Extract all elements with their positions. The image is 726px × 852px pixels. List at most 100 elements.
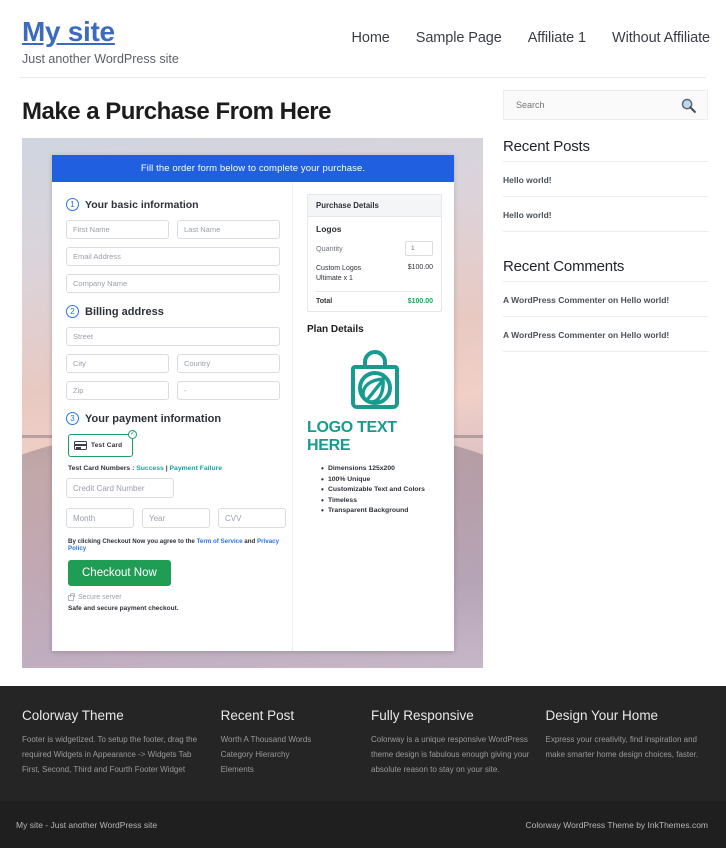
footer-column-text: Colorway is a unique responsive WordPres… <box>371 735 530 774</box>
step-3-label: Your payment information <box>85 412 222 425</box>
nav-item-home[interactable]: Home <box>351 30 389 46</box>
plan-features-list: Dimensions 125x200 100% Unique Customiza… <box>321 464 442 515</box>
site-header: My site Just another WordPress site Home… <box>0 0 726 77</box>
footer-column-text: Express your creativity, find inspiratio… <box>545 735 699 759</box>
plan-feature-item: Dimensions 125x200 <box>321 464 442 473</box>
line-item-row: Custom Logos Ultimate x 1 $100.00 <box>316 264 433 284</box>
main-content: Make a Purchase From Here Fill the order… <box>22 78 485 668</box>
zip-field[interactable]: Zip <box>66 381 169 400</box>
expiry-month-select[interactable]: Month <box>66 508 134 528</box>
step-1-label: Your basic information <box>85 198 199 211</box>
primary-navigation: Home Sample Page Affiliate 1 Without Aff… <box>351 30 710 46</box>
footer-column-recent-post: Recent Post Worth A Thousand Words Categ… <box>221 708 357 777</box>
company-name-field[interactable]: Company Name <box>66 274 280 293</box>
test-card-success-link[interactable]: Success <box>136 465 164 472</box>
footer-column-title: Recent Post <box>220 708 295 723</box>
sidebar: Recent Posts Hello world! Hello world! R… <box>503 78 708 668</box>
recent-comment-link[interactable]: A WordPress Commenter on Hello world! <box>503 330 669 340</box>
summary-divider <box>316 291 433 293</box>
plan-details-title: Plan Details <box>307 324 364 336</box>
test-card-tab-label: Test Card <box>91 442 123 449</box>
check-circle-icon: ✓ <box>128 430 137 439</box>
step-2-header: 2 Billing address <box>66 305 280 318</box>
recent-comment-link[interactable]: A WordPress Commenter on Hello world! <box>503 295 669 305</box>
recent-post-link[interactable]: Hello world! <box>503 210 552 220</box>
lock-icon <box>68 592 75 601</box>
secure-server-row: Secure server <box>68 592 280 601</box>
secure-server-label: Secure server <box>78 594 122 601</box>
list-item[interactable]: Category Hierarchy <box>221 748 357 763</box>
quantity-row: Quantity 1 <box>316 241 433 256</box>
email-field[interactable]: Email Address <box>66 247 280 266</box>
last-name-field[interactable]: Last Name <box>177 220 280 239</box>
footer-column-title: Colorway Theme <box>22 708 124 723</box>
page-title: Make a Purchase From Here <box>22 98 331 125</box>
terms-notice: By clicking Checkout Now you agree to th… <box>68 538 280 552</box>
site-title[interactable]: My site <box>22 14 179 49</box>
quantity-input[interactable]: 1 <box>405 241 433 256</box>
step-2-number: 2 <box>66 305 79 318</box>
search-widget <box>503 90 708 120</box>
list-item[interactable]: Elements <box>221 763 357 778</box>
purchase-details-heading: Purchase Details <box>308 195 441 217</box>
footer-column-fully-responsive: Fully Responsive Colorway is a unique re… <box>371 708 532 777</box>
terms-of-service-link[interactable]: Term of Service <box>197 538 243 545</box>
nav-item-sample-page[interactable]: Sample Page <box>416 30 502 46</box>
cvv-field[interactable]: CVV <box>218 508 286 528</box>
line-item-label: Custom Logos Ultimate x 1 <box>316 265 362 283</box>
logo-text: LOGO TEXT HERE <box>307 419 397 455</box>
nav-item-without-affiliate[interactable]: Without Affiliate <box>612 30 710 46</box>
test-card-tab[interactable]: Test Card ✓ <box>68 430 137 457</box>
list-item: Hello world! <box>503 196 708 232</box>
plan-feature-item: Timeless <box>321 496 442 505</box>
country-select[interactable]: Country <box>177 354 280 373</box>
search-icon[interactable] <box>680 97 697 114</box>
footer-recent-post-list: Worth A Thousand Words Category Hierarch… <box>221 733 357 777</box>
test-card-numbers: Test Card Numbers : Success | Payment Fa… <box>68 465 280 472</box>
total-label: Total <box>316 298 333 306</box>
terms-and: and <box>242 538 258 545</box>
footer-widget-area: Colorway Theme Footer is widgetized. To … <box>0 686 726 802</box>
recent-posts-list: Hello world! Hello world! <box>503 161 708 232</box>
total-amount: $100.00 <box>407 298 433 306</box>
total-row: Total $100.00 <box>316 298 433 305</box>
page-wrapper: Make a Purchase From Here Fill the order… <box>0 78 726 668</box>
purchase-summary: Purchase Details Logos Quantity 1 Custom… <box>293 182 454 651</box>
search-input[interactable] <box>514 99 680 111</box>
quantity-label: Quantity <box>316 244 343 253</box>
purchase-details-box: Purchase Details Logos Quantity 1 Custom… <box>307 194 442 313</box>
state-select[interactable]: - <box>177 381 280 400</box>
nav-item-affiliate-1[interactable]: Affiliate 1 <box>528 30 586 46</box>
recent-post-link[interactable]: Hello world! <box>503 175 552 185</box>
credit-card-number-field[interactable]: Credit Card Number <box>66 478 174 498</box>
checkout-banner: Fill the order form below to complete yo… <box>52 155 454 182</box>
shopping-bag-leaf-icon <box>350 350 399 410</box>
footer-site-credit: My site - Just another WordPress site <box>16 819 158 830</box>
plan-feature-item: 100% Unique <box>321 475 442 484</box>
site-tagline: Just another WordPress site <box>22 52 179 66</box>
first-name-field[interactable]: First Name <box>66 220 169 239</box>
checkout-card: Fill the order form below to complete yo… <box>52 155 454 651</box>
site-branding: My site Just another WordPress site <box>22 10 179 66</box>
footer-theme-credit: Colorway WordPress Theme by InkThemes.co… <box>525 819 709 830</box>
line-item-amount: $100.00 <box>407 264 433 271</box>
checkout-form: 1 Your basic information First Name Last… <box>52 182 293 651</box>
expiry-year-select[interactable]: Year <box>142 508 210 528</box>
plan-logo-artwork: LOGO TEXT HERE <box>307 345 442 455</box>
checkout-now-button[interactable]: Checkout Now <box>68 560 171 586</box>
street-field[interactable]: Street <box>66 327 280 346</box>
recent-comments-list: A WordPress Commenter on Hello world! A … <box>503 281 708 352</box>
step-3-number: 3 <box>66 412 79 425</box>
footer-column-text: Footer is widgetized. To setup the foote… <box>22 735 198 774</box>
list-item[interactable]: Worth A Thousand Words <box>221 733 357 748</box>
plan-feature-item: Customizable Text and Colors <box>321 485 442 494</box>
plan-feature-item: Transparent Background <box>321 506 442 515</box>
list-item: Hello world! <box>503 161 708 196</box>
step-1-header: 1 Your basic information <box>66 198 280 211</box>
step-1-number: 1 <box>66 198 79 211</box>
city-field[interactable]: City <box>66 354 169 373</box>
footer-column-title: Design Your Home <box>545 708 659 723</box>
recent-comments-title: Recent Comments <box>503 258 625 275</box>
step-3-header: 3 Your payment information <box>66 412 280 425</box>
test-card-failure-link[interactable]: Payment Failure <box>170 465 223 472</box>
